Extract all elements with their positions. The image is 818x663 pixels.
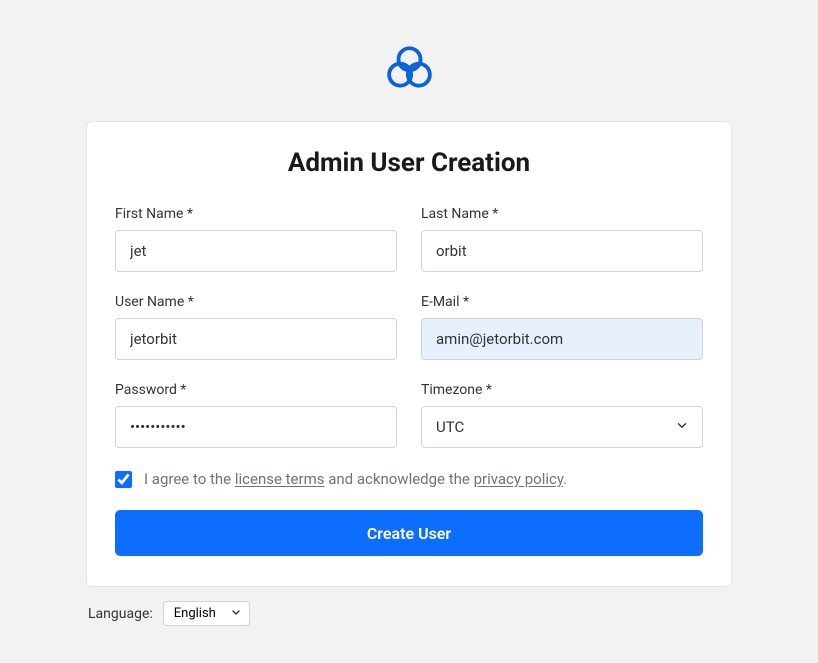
last-name-input[interactable] [421,230,703,272]
page-title: Admin User Creation [115,148,703,178]
timezone-select[interactable]: UTC [421,406,703,448]
privacy-policy-link[interactable]: privacy policy [474,470,564,488]
agree-checkbox[interactable] [115,471,132,488]
user-name-label: User Name * [115,294,397,310]
language-select[interactable]: English [163,601,250,626]
user-name-input[interactable] [115,318,397,360]
first-name-input[interactable] [115,230,397,272]
admin-user-creation-card: Admin User Creation First Name * Last Na… [86,121,732,587]
agree-text: I agree to the license terms and acknowl… [144,470,567,488]
password-input[interactable] [115,406,397,448]
last-name-label: Last Name * [421,206,703,222]
email-label: E-Mail * [421,294,703,310]
password-label: Password * [115,382,397,398]
create-user-button[interactable]: Create User [115,510,703,556]
timezone-label: Timezone * [421,382,703,398]
email-input[interactable] [421,318,703,360]
logo-icon [382,40,437,99]
language-label: Language: [88,606,153,622]
license-terms-link[interactable]: license terms [235,470,325,488]
first-name-label: First Name * [115,206,397,222]
